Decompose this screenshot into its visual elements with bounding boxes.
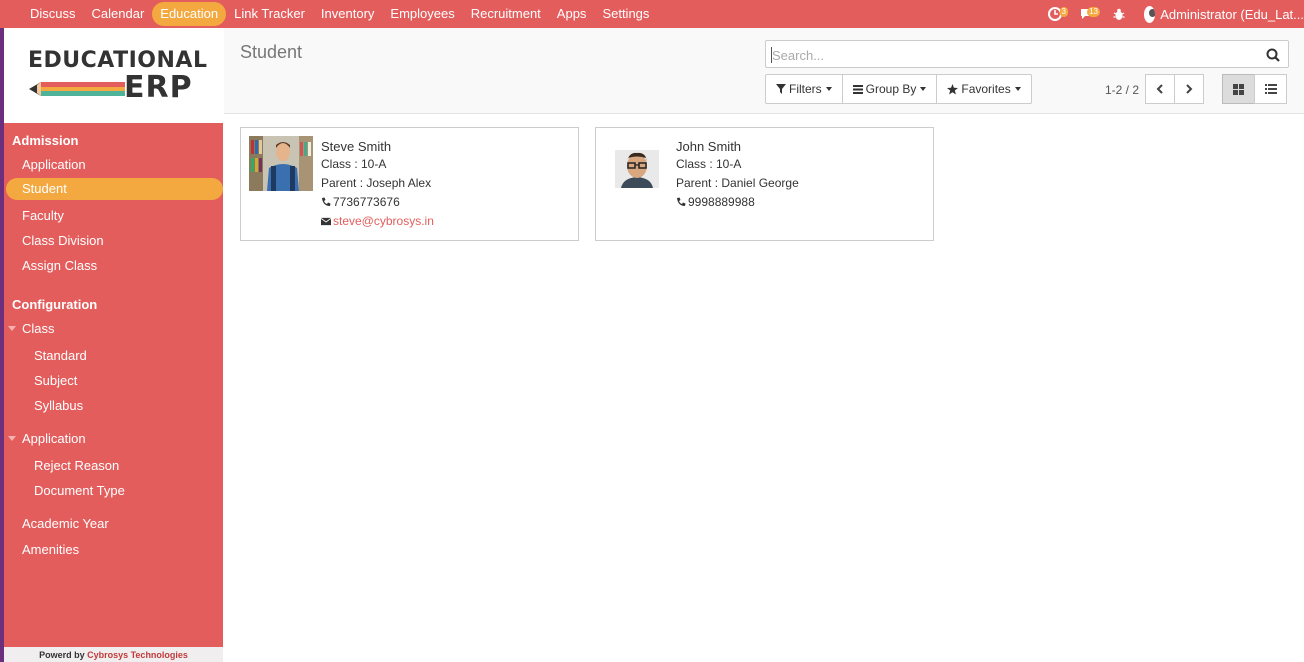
sidebar-item-faculty[interactable]: Faculty bbox=[22, 208, 64, 223]
menu-education[interactable]: Education bbox=[152, 2, 227, 26]
pager-previous-button[interactable] bbox=[1145, 74, 1175, 104]
group-by-button[interactable]: Group By bbox=[841, 74, 938, 104]
search-input[interactable]: Search... bbox=[765, 40, 1289, 68]
chevron-right-icon bbox=[1186, 84, 1193, 94]
student-card-john-smith[interactable]: John Smith Class : 10-A Parent : Daniel … bbox=[595, 127, 934, 241]
student-class: Class : 10-A bbox=[676, 157, 742, 171]
search-options: Filters Group By Favorites bbox=[765, 74, 1032, 104]
sidebar-item-document-type[interactable]: Document Type bbox=[34, 483, 125, 498]
sidebar-group-class[interactable]: Class bbox=[22, 321, 55, 336]
caret-down-icon[interactable] bbox=[8, 326, 16, 331]
powered-by-text: Powerd by bbox=[39, 650, 88, 660]
powered-by-footer: Powerd by Cybrosys Technologies bbox=[4, 647, 223, 662]
sidebar: EDUCATIONAL ERP Admission Application St… bbox=[4, 28, 223, 662]
student-photo bbox=[615, 150, 659, 188]
menu-settings[interactable]: Settings bbox=[594, 2, 657, 26]
student-name: John Smith bbox=[676, 139, 742, 154]
envelope-icon bbox=[321, 217, 331, 226]
section-admission: Admission bbox=[12, 133, 79, 148]
section-configuration: Configuration bbox=[12, 297, 98, 312]
top-navbar: Discuss Calendar Education Link Tracker … bbox=[0, 0, 1304, 28]
phone-icon bbox=[322, 197, 331, 206]
menu-link-tracker[interactable]: Link Tracker bbox=[226, 2, 313, 26]
app-menu: Discuss Calendar Education Link Tracker … bbox=[22, 0, 657, 28]
kanban-view-button[interactable] bbox=[1222, 74, 1255, 104]
pager bbox=[1145, 74, 1204, 104]
student-parent: Parent : Daniel George bbox=[676, 176, 799, 190]
page-title: Student bbox=[240, 42, 303, 62]
powered-by-company[interactable]: Cybrosys Technologies bbox=[87, 650, 188, 660]
logo-text-erp: ERP bbox=[124, 70, 193, 105]
menu-apps[interactable]: Apps bbox=[549, 2, 595, 26]
student-phone: 7736773676 bbox=[333, 195, 400, 209]
th-large-icon bbox=[1233, 83, 1244, 95]
sidebar-item-class-division[interactable]: Class Division bbox=[22, 233, 104, 248]
student-class: Class : 10-A bbox=[321, 157, 387, 171]
user-name: Administrator (Edu_Lat... bbox=[1160, 6, 1304, 22]
sidebar-item-syllabus[interactable]: Syllabus bbox=[34, 398, 83, 413]
caret-down-icon[interactable] bbox=[8, 436, 16, 441]
sidebar-item-reject-reason[interactable]: Reject Reason bbox=[34, 458, 119, 473]
group-by-label: Group By bbox=[865, 82, 917, 96]
sidebar-item-amenities[interactable]: Amenities bbox=[22, 542, 79, 557]
student-parent: Parent : Joseph Alex bbox=[321, 176, 432, 190]
list-icon bbox=[1264, 84, 1277, 94]
sidebar-group-application[interactable]: Application bbox=[22, 431, 86, 446]
systray: 3 13 Administrator (Edu_Lat... bbox=[1036, 0, 1304, 28]
menu-recruitment[interactable]: Recruitment bbox=[463, 2, 549, 26]
student-name: Steve Smith bbox=[321, 139, 392, 154]
pager-value[interactable]: 1-2 / 2 bbox=[1105, 83, 1139, 97]
logo: EDUCATIONAL ERP bbox=[4, 28, 223, 123]
filters-label: Filters bbox=[789, 82, 822, 96]
bug-icon[interactable] bbox=[1108, 4, 1130, 24]
list-view-button[interactable] bbox=[1254, 74, 1287, 104]
filters-button[interactable]: Filters bbox=[765, 74, 843, 104]
menu-discuss[interactable]: Discuss bbox=[22, 2, 84, 26]
menu-employees[interactable]: Employees bbox=[382, 2, 462, 26]
chevron-left-icon bbox=[1156, 84, 1163, 94]
pager-next-button[interactable] bbox=[1174, 74, 1204, 104]
student-email-row: steve@cybrosys.in bbox=[321, 214, 434, 228]
student-phone-row: 9998889988 bbox=[676, 195, 755, 209]
menu-inventory[interactable]: Inventory bbox=[313, 2, 382, 26]
sidebar-item-assign-class[interactable]: Assign Class bbox=[22, 258, 97, 273]
menu-calendar[interactable]: Calendar bbox=[84, 2, 153, 26]
sidebar-item-student[interactable]: Student bbox=[6, 178, 223, 200]
filter-icon bbox=[776, 84, 786, 94]
messages-count-badge: 13 bbox=[1087, 7, 1100, 17]
user-menu[interactable]: Administrator (Edu_Lat... bbox=[1144, 5, 1304, 23]
star-icon bbox=[947, 83, 959, 95]
messages-icon[interactable]: 13 bbox=[1076, 4, 1100, 24]
favorites-label: Favorites bbox=[961, 82, 1011, 96]
phone-icon bbox=[677, 197, 686, 206]
favorites-button[interactable]: Favorites bbox=[936, 74, 1032, 104]
search-placeholder: Search... bbox=[772, 48, 825, 63]
pencil-logo-icon bbox=[29, 82, 125, 96]
control-panel: Student Search... Filters Group By Favor… bbox=[224, 28, 1304, 114]
activity-icon[interactable]: 3 bbox=[1044, 4, 1068, 24]
sidebar-item-subject[interactable]: Subject bbox=[34, 373, 77, 388]
sidebar-item-standard[interactable]: Standard bbox=[34, 348, 87, 363]
student-phone: 9998889988 bbox=[688, 195, 755, 209]
sidebar-item-academic-year[interactable]: Academic Year bbox=[22, 516, 109, 531]
sidebar-item-application[interactable]: Application bbox=[22, 157, 86, 172]
bars-icon bbox=[852, 84, 863, 94]
avatar bbox=[1144, 5, 1156, 23]
student-phone-row: 7736773676 bbox=[321, 195, 400, 209]
activity-count-badge: 3 bbox=[1059, 7, 1068, 17]
view-switcher bbox=[1222, 74, 1287, 104]
student-email[interactable]: steve@cybrosys.in bbox=[333, 214, 434, 228]
student-card-steve-smith[interactable]: Steve Smith Class : 10-A Parent : Joseph… bbox=[240, 127, 579, 241]
search-icon[interactable] bbox=[1266, 48, 1280, 62]
student-photo bbox=[249, 136, 313, 191]
